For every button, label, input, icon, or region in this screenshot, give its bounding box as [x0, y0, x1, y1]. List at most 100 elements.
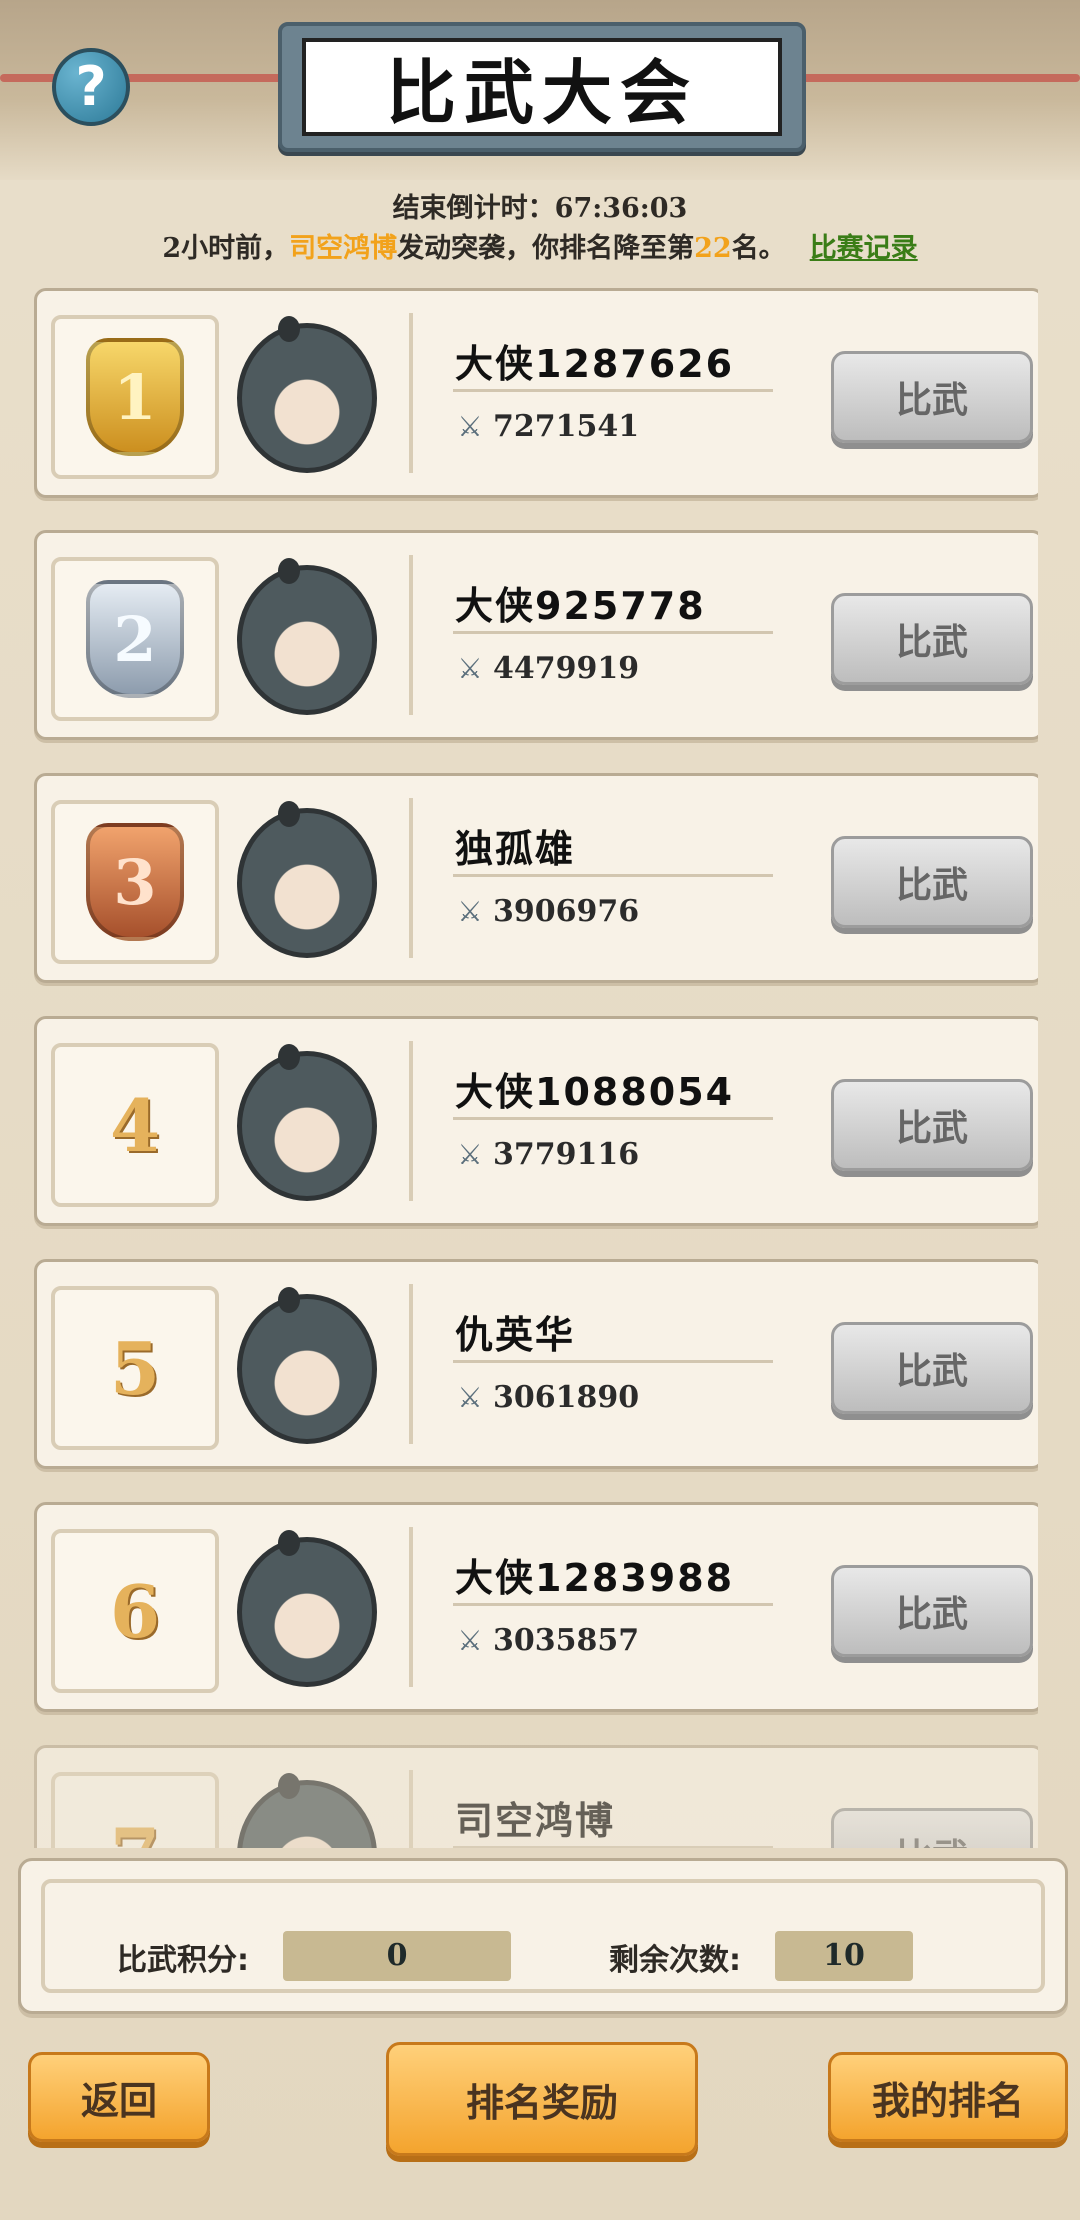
- player-info: 司空鸿博 比武: [409, 1770, 1033, 1848]
- my-rank-button[interactable]: 我的排名: [828, 2052, 1068, 2142]
- stats-panel: 比武积分: 0 剩余次数: 10: [18, 1858, 1068, 2014]
- rank-reward-button[interactable]: 排名奖励: [386, 2042, 698, 2156]
- power-display: ⚔ 3906976: [455, 894, 639, 929]
- title-plate: 比武大会: [278, 22, 806, 152]
- power-value: 7271541: [493, 409, 640, 444]
- rank-box: 5: [51, 1286, 219, 1450]
- player-name: 司空鸿博: [455, 1799, 616, 1843]
- event-line: 2小时前，司空鸿博发动突袭，你排名降至第22名。 比赛记录: [0, 226, 1080, 265]
- rank-number: 2: [113, 602, 157, 676]
- player-info: 仇英华 ⚔ 3061890 比武: [409, 1284, 1033, 1444]
- power-value: 4479919: [493, 651, 640, 686]
- title-inner: 比武大会: [302, 38, 782, 136]
- player-info: 大侠1088054 ⚔ 3779116 比武: [409, 1041, 1033, 1201]
- bronze-medal-icon: 3: [86, 823, 184, 941]
- avatar[interactable]: [237, 1287, 377, 1444]
- player-name: 独孤雄: [455, 827, 576, 871]
- divider: [453, 1360, 773, 1363]
- power-value: 3061890: [493, 1380, 640, 1415]
- avatar[interactable]: [237, 316, 377, 473]
- rank-box: 3: [51, 800, 219, 964]
- rank-box: 4: [51, 1043, 219, 1207]
- fight-button[interactable]: 比武: [831, 1565, 1033, 1657]
- player-info: 大侠925778 ⚔ 4479919 比武: [409, 555, 1033, 715]
- fight-button[interactable]: 比武: [831, 351, 1033, 443]
- sword-icon: ⚔: [457, 1623, 483, 1657]
- remaining-value: 10: [775, 1931, 913, 1981]
- divider: [453, 1117, 773, 1120]
- event-middle: 发动突袭，你排名降至第: [397, 233, 695, 264]
- rank-number: 1: [113, 360, 157, 434]
- fight-button[interactable]: 比武: [831, 1808, 1033, 1848]
- event-attacker: 司空鸿博: [289, 233, 398, 264]
- silver-medal-icon: 2: [86, 580, 184, 698]
- divider: [453, 1603, 773, 1606]
- ranking-list[interactable]: 1 大侠1287626 ⚔ 7271541 比武 2 大侠925778 ⚔ 4479…: [34, 288, 1038, 1848]
- power-value: 3779116: [493, 1137, 640, 1172]
- help-button[interactable]: ?: [52, 48, 130, 126]
- power-value: 3906976: [493, 894, 640, 929]
- fight-button[interactable]: 比武: [831, 593, 1033, 685]
- fight-button[interactable]: 比武: [831, 836, 1033, 928]
- rank-box: 7: [51, 1772, 219, 1848]
- gold-medal-icon: 1: [86, 338, 184, 456]
- sword-icon: ⚔: [457, 894, 483, 928]
- rank-box: 1: [51, 315, 219, 479]
- avatar[interactable]: [237, 1530, 377, 1687]
- power-display: ⚔ 4479919: [455, 651, 639, 686]
- back-button[interactable]: 返回: [28, 2052, 210, 2142]
- page-title: 比武大会: [386, 51, 698, 134]
- power-display: ⚔ 3035857: [455, 1623, 639, 1658]
- power-value: 3035857: [493, 1623, 640, 1658]
- sword-icon: ⚔: [457, 651, 483, 685]
- remaining-label: 剩余次数:: [609, 1943, 741, 1978]
- stats-inner: 比武积分: 0 剩余次数: 10: [41, 1879, 1045, 1993]
- divider: [453, 389, 773, 392]
- sword-icon: ⚔: [457, 1380, 483, 1414]
- sword-icon: ⚔: [457, 1137, 483, 1171]
- ranking-row: 7 司空鸿博 比武: [34, 1745, 1038, 1848]
- rank-number: 4: [109, 1082, 161, 1168]
- player-name: 大侠1283988: [455, 1556, 735, 1600]
- player-info: 独孤雄 ⚔ 3906976 比武: [409, 798, 1033, 958]
- player-info: 大侠1287626 ⚔ 7271541 比武: [409, 313, 1033, 473]
- question-icon: ?: [75, 55, 107, 118]
- divider: [453, 1846, 773, 1848]
- event-rank: 22: [694, 233, 732, 264]
- power-display: ⚔ 3061890: [455, 1380, 639, 1415]
- ranking-row: 3 独孤雄 ⚔ 3906976 比武: [34, 773, 1038, 983]
- ranking-row: 1 大侠1287626 ⚔ 7271541 比武: [34, 288, 1038, 498]
- rank-number: 3: [113, 845, 157, 919]
- divider: [453, 631, 773, 634]
- rank-number: 7: [110, 1812, 160, 1849]
- avatar[interactable]: [237, 558, 377, 715]
- sword-icon: ⚔: [457, 409, 483, 443]
- score-value: 0: [283, 1931, 511, 1981]
- ranking-row: 5 仇英华 ⚔ 3061890 比武: [34, 1259, 1038, 1469]
- fight-button[interactable]: 比武: [831, 1079, 1033, 1171]
- player-info: 大侠1283988 ⚔ 3035857 比武: [409, 1527, 1033, 1687]
- ranking-row: 2 大侠925778 ⚔ 4479919 比武: [34, 530, 1038, 740]
- player-name: 大侠925778: [455, 584, 706, 628]
- rank-number: 6: [109, 1568, 161, 1654]
- avatar[interactable]: [237, 1044, 377, 1201]
- match-record-link[interactable]: 比赛记录: [810, 233, 918, 264]
- player-name: 大侠1088054: [455, 1070, 735, 1114]
- divider: [453, 874, 773, 877]
- player-name: 大侠1287626: [455, 342, 735, 386]
- rank-box: 2: [51, 557, 219, 721]
- fight-button[interactable]: 比武: [831, 1322, 1033, 1414]
- countdown-text: 结束倒计时：67:36:03: [392, 193, 688, 224]
- event-prefix: 2小时前，: [162, 233, 290, 264]
- avatar[interactable]: [237, 1773, 377, 1848]
- rank-number: 5: [109, 1325, 161, 1411]
- power-display: ⚔ 7271541: [455, 409, 639, 444]
- event-suffix: 名。: [731, 233, 786, 264]
- avatar[interactable]: [237, 801, 377, 958]
- power-display: ⚔ 3779116: [455, 1137, 639, 1172]
- rank-box: 6: [51, 1529, 219, 1693]
- score-label: 比武积分:: [117, 1943, 249, 1978]
- ranking-row: 6 大侠1283988 ⚔ 3035857 比武: [34, 1502, 1038, 1712]
- player-name: 仇英华: [455, 1313, 576, 1357]
- ranking-row: 4 大侠1088054 ⚔ 3779116 比武: [34, 1016, 1038, 1226]
